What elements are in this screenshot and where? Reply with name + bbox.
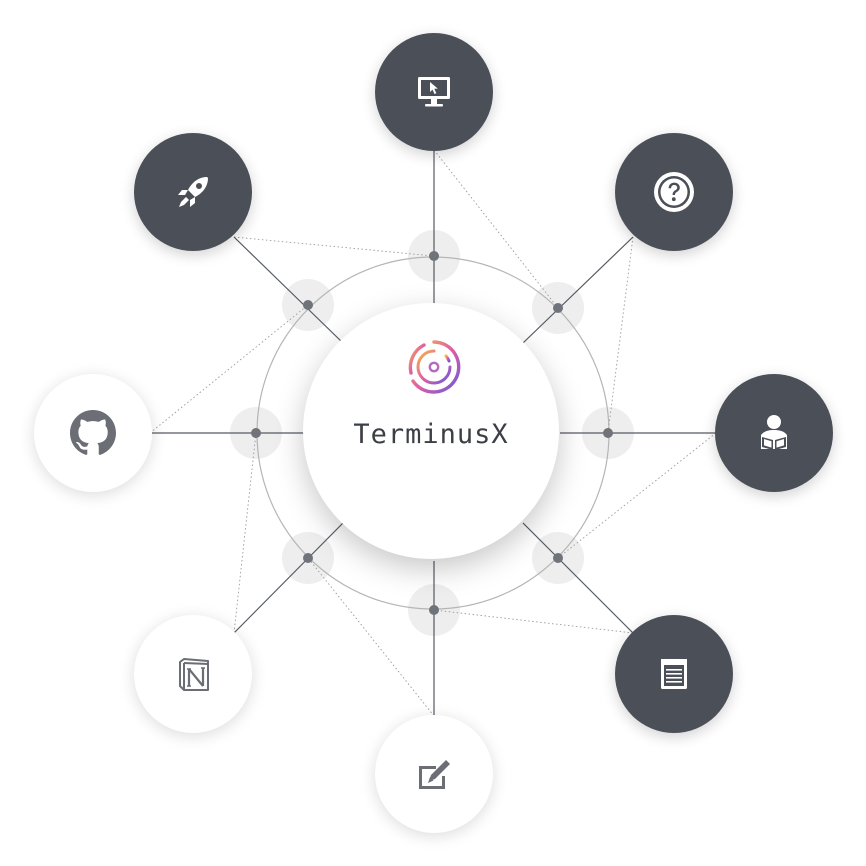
node-docs[interactable] [715, 374, 833, 492]
network-diagram: TerminusX [0, 0, 866, 866]
brand-name: TerminusX [353, 419, 509, 450]
reader-book-icon [761, 415, 787, 450]
terminusx-logo-icon [408, 340, 461, 394]
node-dashboard[interactable] [375, 33, 493, 151]
terminusx-hub[interactable]: TerminusX [303, 303, 559, 559]
question-circle-icon [654, 172, 694, 212]
node-blog[interactable] [615, 615, 733, 733]
edit-pen-icon [419, 760, 450, 789]
document-icon [661, 659, 687, 689]
rocket-icon [178, 177, 208, 207]
node-help[interactable] [615, 133, 733, 251]
node-notion[interactable] [134, 615, 252, 733]
notion-logo-icon [179, 658, 209, 691]
node-github[interactable] [34, 374, 152, 492]
node-quickstart[interactable] [134, 133, 252, 251]
node-edit[interactable] [375, 715, 493, 833]
monitor-cursor-icon [418, 77, 450, 107]
github-logo-icon [70, 410, 116, 455]
